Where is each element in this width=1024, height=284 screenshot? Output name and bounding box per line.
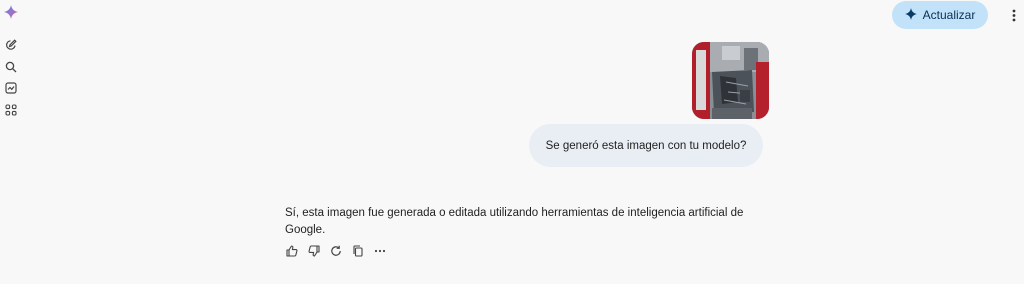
upgrade-button[interactable]: Actualizar xyxy=(892,1,988,29)
user-prompt-text: Se generó esta imagen con tu modelo? xyxy=(545,139,747,152)
side-rail xyxy=(0,0,24,284)
regenerate-icon[interactable] xyxy=(329,244,343,258)
search-icon[interactable] xyxy=(4,60,18,74)
model-response-text: Sí, esta imagen fue generada o editada u… xyxy=(285,207,744,236)
more-horiz-icon[interactable] xyxy=(373,244,387,258)
upgrade-button-label: Actualizar xyxy=(922,8,976,22)
thumb-down-icon[interactable] xyxy=(307,244,321,258)
response-actions xyxy=(285,244,387,260)
apps-grid-icon[interactable] xyxy=(4,103,18,117)
user-prompt-bubble: Se generó esta imagen con tu modelo? xyxy=(529,124,763,167)
uploaded-image-thumbnail[interactable] xyxy=(692,42,769,119)
sparkle-icon xyxy=(904,7,917,23)
new-chat-icon[interactable] xyxy=(4,38,18,52)
thumb-up-icon[interactable] xyxy=(285,244,299,258)
gemini-spark-icon[interactable] xyxy=(4,5,18,19)
gems-icon[interactable] xyxy=(4,81,18,95)
more-vert-icon[interactable] xyxy=(1008,7,1020,23)
copy-icon[interactable] xyxy=(351,244,365,258)
